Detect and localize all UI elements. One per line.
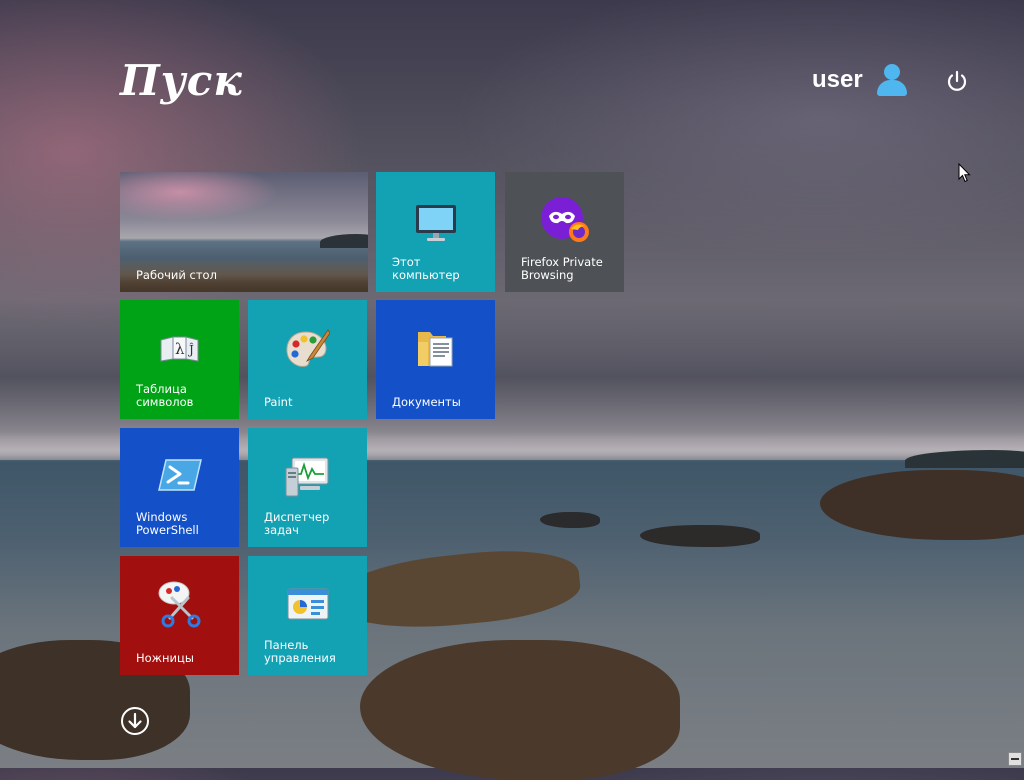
task-manager-icon xyxy=(284,456,330,501)
scissors-icon xyxy=(156,580,202,631)
tile-label: Paint xyxy=(264,395,293,409)
tile-firefox-private-browsing[interactable]: Firefox Private Browsing xyxy=(505,172,624,292)
tile-paint[interactable]: Paint xyxy=(248,300,367,419)
mouse-cursor xyxy=(958,162,972,183)
tile-label: Firefox Private Browsing xyxy=(521,255,603,282)
tile-character-map[interactable]: λ Ĵ Таблица символов xyxy=(120,300,239,419)
user-icon[interactable] xyxy=(876,64,907,96)
svg-text:λ: λ xyxy=(175,340,185,358)
tile-documents[interactable]: Документы xyxy=(376,300,495,419)
charmap-icon: λ Ĵ xyxy=(158,334,200,367)
tile-label: Этот компьютер xyxy=(392,255,460,282)
desktop-wallpaper-headland xyxy=(320,234,368,248)
tile-label: Рабочий стол xyxy=(136,268,217,282)
minimize-corner-button[interactable] xyxy=(1008,752,1022,766)
tile-snipping-tool[interactable]: Ножницы xyxy=(120,556,239,675)
background-rock xyxy=(640,525,760,547)
tile-label: Windows PowerShell xyxy=(136,510,199,537)
tile-windows-powershell[interactable]: Windows PowerShell xyxy=(120,428,239,547)
firefox-private-icon xyxy=(540,196,590,247)
powershell-icon xyxy=(158,458,202,495)
paint-palette-icon xyxy=(284,328,331,375)
tile-this-pc[interactable]: Этот компьютер xyxy=(376,172,495,292)
tile-desktop[interactable]: Рабочий стол xyxy=(120,172,368,292)
user-name[interactable]: user xyxy=(812,66,863,94)
documents-folder-icon xyxy=(416,326,456,373)
power-icon[interactable] xyxy=(944,68,970,94)
tile-label: Панель управления xyxy=(264,638,336,665)
tile-control-panel[interactable]: Панель управления xyxy=(248,556,367,675)
background-rock xyxy=(360,640,680,780)
monitor-icon xyxy=(415,204,457,245)
background-headland xyxy=(905,450,1024,468)
tile-task-manager[interactable]: Диспетчер задач xyxy=(248,428,367,547)
svg-text:Ĵ: Ĵ xyxy=(187,342,194,357)
control-panel-icon xyxy=(287,588,329,623)
tile-label: Документы xyxy=(392,395,461,409)
tile-label: Диспетчер задач xyxy=(264,510,330,537)
start-screen-title: Пуск xyxy=(120,56,243,105)
background-rock xyxy=(540,512,600,528)
tile-label: Ножницы xyxy=(136,651,194,665)
arrow-down-circle-icon[interactable] xyxy=(120,706,150,736)
background-rock xyxy=(820,470,1024,540)
user-account[interactable]: user xyxy=(812,64,907,96)
tile-label: Таблица символов xyxy=(136,382,194,409)
